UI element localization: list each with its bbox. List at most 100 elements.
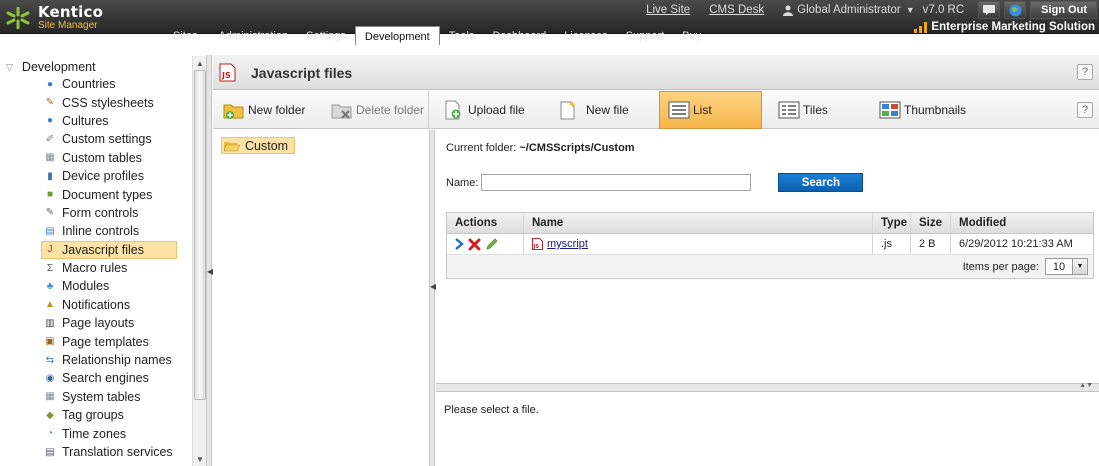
list-view-icon — [668, 99, 690, 121]
tree-item-document-types[interactable]: ■ Document types — [43, 185, 177, 203]
delete-folder-label: Delete folder — [356, 103, 425, 117]
nav-tools[interactable]: Tools — [440, 23, 484, 45]
view-thumbnails-button[interactable]: Thumbnails — [879, 91, 966, 129]
scroll-thumb[interactable] — [194, 70, 206, 400]
tree-item-time-zones[interactable]: ◔ Time zones — [43, 424, 177, 442]
file-preview-panel: Please select a file. — [436, 392, 1099, 466]
tree-item-relationship-names[interactable]: ⇆ Relationship names — [43, 351, 177, 369]
preview-splitter[interactable]: ▲▼ — [436, 382, 1099, 392]
folder-node-custom[interactable]: Custom — [221, 137, 296, 154]
nav-licenses[interactable]: Licenses — [555, 23, 616, 45]
tree-item-custom-tables[interactable]: ▦ Custom tables — [43, 149, 177, 167]
edit-pencil-icon[interactable] — [485, 237, 498, 251]
svg-text:JS: JS — [221, 71, 231, 80]
tree-item-css-stylesheets[interactable]: ✎ CSS stylesheets — [43, 93, 177, 111]
tree-root[interactable]: ▽ Development — [6, 60, 96, 74]
table-row[interactable]: JS myscript .js 2 B 6/29/2012 10:21:33 A… — [447, 234, 1093, 255]
folder-pane-splitter[interactable]: ◀ — [429, 130, 436, 466]
tree-item-form-controls[interactable]: ✎ Form controls — [43, 204, 177, 222]
wrench-icon: ✐ — [45, 133, 55, 145]
tree-item-translation-services[interactable]: ▤ Translation services — [43, 443, 177, 461]
file-link[interactable]: JS myscript — [532, 238, 588, 250]
edition-text: Enterprise Marketing Solution — [931, 21, 1095, 33]
current-folder-label: Current folder: — [446, 142, 517, 154]
tree-item-notifications[interactable]: ▲ Notifications — [43, 296, 177, 314]
delete-folder-button[interactable]: Delete folder — [331, 91, 424, 129]
view-thumbnails-label: Thumbnails — [904, 103, 967, 117]
nav-support[interactable]: Support — [617, 23, 674, 45]
nav-administration[interactable]: Administration — [209, 23, 297, 45]
column-actions[interactable]: Actions — [447, 213, 524, 233]
left-pane-splitter[interactable]: ◀ — [207, 55, 213, 466]
upload-file-button[interactable]: Upload file — [443, 91, 525, 129]
toolbar-help-icon[interactable]: ? — [1077, 102, 1093, 118]
tree-item-javascript-files[interactable]: J Javascript files — [41, 240, 177, 259]
column-name[interactable]: Name — [524, 213, 873, 233]
scroll-down-icon[interactable]: ▼ — [194, 453, 206, 465]
preview-message: Please select a file. — [444, 404, 539, 416]
row-modified: 6/29/2012 10:21:33 AM — [959, 238, 1073, 250]
name-filter-input[interactable] — [481, 174, 752, 191]
nav-sites[interactable]: Sites — [164, 23, 209, 45]
tree-item-page-templates[interactable]: ▣ Page templates — [43, 332, 177, 350]
user-menu[interactable]: Global Administrator ▼ — [783, 4, 915, 16]
tree-item-modules[interactable]: ♣ Modules — [43, 277, 177, 295]
sign-out-button[interactable]: Sign Out — [1030, 1, 1097, 19]
delete-icon[interactable] — [468, 238, 481, 251]
relationship-icon: ⇆ — [45, 354, 55, 366]
chat-button[interactable] — [978, 1, 1001, 19]
view-list-button[interactable]: List — [659, 91, 762, 129]
nav-development[interactable]: Development — [354, 26, 440, 45]
cms-desk-link[interactable]: CMS Desk — [709, 4, 764, 16]
row-actions — [447, 234, 524, 254]
clock-icon: ◔ — [46, 428, 54, 440]
view-tiles-button[interactable]: Tiles — [778, 91, 828, 129]
tree-item-label: Form controls — [62, 205, 139, 220]
select-arrow-icon[interactable] — [455, 238, 464, 250]
splitter-arrows-icon[interactable]: ▲▼ — [1079, 382, 1093, 389]
tree-item-label: Relationship names — [62, 353, 172, 368]
tree-item-label: Page templates — [62, 334, 149, 349]
column-type[interactable]: Type — [873, 213, 911, 233]
tree-item-page-layouts[interactable]: ▥ Page layouts — [43, 314, 177, 332]
items-per-page-select[interactable]: 10 ▼ — [1045, 258, 1088, 275]
tree-item-device-profiles[interactable]: ▮ Device profiles — [43, 167, 177, 185]
folder-node-label: Custom — [245, 138, 289, 153]
folder-open-icon — [224, 141, 240, 151]
new-file-button[interactable]: New file — [557, 91, 629, 129]
new-folder-label: New folder — [248, 103, 306, 117]
tree-item-label: Custom settings — [62, 132, 152, 147]
template-icon: ▣ — [45, 336, 55, 348]
tree-item-label: Time zones — [62, 426, 127, 441]
tree-item-inline-controls[interactable]: ▤ Inline controls — [43, 222, 177, 240]
nav-settings[interactable]: Settings — [297, 23, 355, 45]
tree-item-system-tables[interactable]: ▦ System tables — [43, 388, 177, 406]
scroll-up-icon[interactable]: ▲ — [194, 57, 206, 69]
folder-tree: Custom — [213, 130, 429, 466]
collapse-icon[interactable]: ▽ — [6, 62, 13, 73]
tree-item-countries[interactable]: ● Countries — [43, 75, 177, 93]
tree-item-custom-settings[interactable]: ✐ Custom settings — [43, 130, 177, 148]
tree-item-tag-groups[interactable]: ◆ Tag groups — [43, 406, 177, 424]
globe-button[interactable] — [1004, 1, 1027, 19]
tree-scrollbar[interactable]: ▲ ▼ — [192, 56, 206, 466]
table-icon: ▦ — [45, 391, 55, 403]
column-size[interactable]: Size — [911, 213, 951, 233]
tree-item-macro-rules[interactable]: Σ Macro rules — [43, 259, 177, 277]
tree-item-search-engines[interactable]: ◉ Search engines — [43, 369, 177, 387]
live-site-link[interactable]: Live Site — [646, 4, 690, 16]
document-type-icon: ■ — [46, 189, 54, 201]
file-grid: Actions Name Type Size Modified JS myscr… — [446, 212, 1094, 279]
macro-icon: Σ — [46, 262, 54, 274]
chevron-down-icon[interactable]: ▼ — [1072, 259, 1087, 274]
nav-dashboard[interactable]: Dashboard — [483, 23, 555, 45]
tree-item-cultures[interactable]: ● Cultures — [43, 112, 177, 130]
delete-folder-icon — [331, 99, 353, 121]
search-button[interactable]: Search — [778, 173, 864, 192]
new-folder-button[interactable]: New folder — [223, 91, 305, 129]
tree-root-label: Development — [21, 60, 96, 74]
column-modified[interactable]: Modified — [951, 213, 1093, 233]
nav-buy[interactable]: Buy — [673, 23, 710, 45]
help-icon[interactable]: ? — [1077, 64, 1093, 80]
tag-icon: ◆ — [46, 409, 54, 421]
